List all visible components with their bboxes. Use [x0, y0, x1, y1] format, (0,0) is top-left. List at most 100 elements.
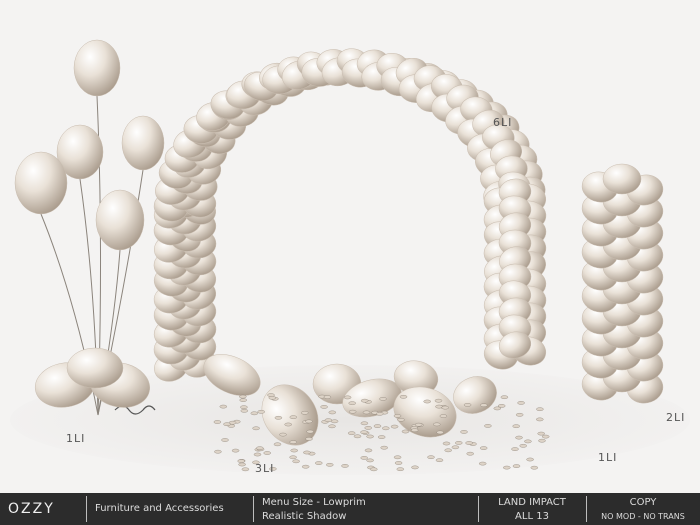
- confetti-land-impact-label: 1LI: [598, 451, 618, 464]
- confetti-piece: [500, 395, 509, 400]
- confetti-piece: [435, 458, 444, 463]
- confetti-piece: [538, 438, 546, 443]
- confetti-piece: [238, 462, 246, 467]
- confetti-piece: [320, 405, 328, 409]
- confetti-piece: [360, 456, 368, 460]
- balloon: [95, 189, 145, 251]
- confetti-piece: [213, 420, 222, 424]
- confetti-piece: [480, 403, 488, 408]
- confetti-piece: [364, 448, 373, 453]
- confetti-piece: [427, 455, 435, 460]
- balloon: [121, 115, 165, 171]
- confetti-piece: [379, 397, 387, 401]
- confetti-piece: [537, 431, 545, 436]
- confetti-piece: [441, 405, 449, 410]
- confetti-piece: [289, 455, 297, 460]
- confetti-piece: [397, 417, 405, 422]
- confetti-piece: [301, 410, 309, 415]
- confetti-piece: [348, 401, 356, 406]
- confetti-piece: [219, 404, 228, 409]
- confetti-piece: [341, 464, 349, 468]
- confetti-piece: [305, 419, 313, 424]
- balloon: [14, 151, 68, 215]
- footer-divider: [586, 496, 587, 522]
- bouquet-land-impact-label: 1LI: [66, 432, 86, 445]
- confetti-piece: [361, 398, 369, 403]
- confetti-piece: [303, 450, 311, 455]
- confetti-piece: [411, 465, 419, 470]
- confetti-piece: [360, 421, 369, 426]
- confetti-piece: [274, 415, 283, 420]
- confetti-piece: [390, 424, 399, 429]
- confetti-piece: [239, 394, 247, 399]
- confetti-piece: [370, 467, 378, 472]
- confetti-piece: [214, 449, 222, 454]
- confetti-piece: [466, 451, 474, 456]
- footer-divider: [478, 496, 479, 522]
- confetti-piece: [349, 409, 357, 414]
- footer-divider: [253, 496, 254, 522]
- balloon-scene: [0, 0, 700, 493]
- permissions-title: COPY: [629, 497, 657, 508]
- confetti-piece: [480, 446, 488, 450]
- confetti-piece: [250, 411, 259, 416]
- confetti-piece: [256, 446, 264, 451]
- confetti-piece: [360, 430, 368, 435]
- confetti-piece: [451, 445, 460, 450]
- confetti-piece: [434, 398, 443, 403]
- confetti-piece: [253, 452, 262, 457]
- confetti-piece: [292, 459, 300, 464]
- confetti-piece: [364, 426, 372, 430]
- confetti-piece: [411, 428, 419, 433]
- confetti-piece: [493, 406, 501, 411]
- confetti-piece: [231, 448, 240, 453]
- confetti-piece: [394, 461, 403, 465]
- confetti-piece: [240, 408, 249, 413]
- scattered-land-impact-label: 3LI: [255, 462, 275, 475]
- confetti-piece: [330, 419, 339, 424]
- confetti-piece: [328, 410, 336, 415]
- confetti-piece: [442, 441, 451, 446]
- confetti-piece: [393, 455, 402, 460]
- confetti-piece: [305, 437, 313, 441]
- confetti-piece: [289, 415, 297, 420]
- confetti-piece: [436, 430, 444, 435]
- confetti-piece: [415, 422, 423, 427]
- confetti-piece: [221, 438, 229, 442]
- confetti-piece: [382, 426, 390, 431]
- confetti-piece: [444, 448, 452, 453]
- footer-divider: [86, 496, 87, 522]
- product-image: 6LI 2LI 1LI 3LI 1LI: [0, 0, 700, 493]
- confetti-piece: [302, 464, 310, 469]
- confetti-piece: [465, 441, 473, 445]
- balloon: [602, 163, 642, 195]
- confetti-piece: [526, 457, 534, 462]
- confetti-piece: [455, 441, 463, 445]
- confetti-piece: [284, 422, 292, 427]
- confetti-piece: [326, 462, 334, 467]
- confetti-piece: [439, 414, 448, 418]
- confetti-piece: [542, 434, 550, 439]
- confetti-piece: [328, 424, 336, 429]
- confetti-piece: [484, 424, 492, 428]
- confetti-piece: [223, 422, 231, 427]
- confetti-piece: [362, 410, 371, 415]
- confetti-piece: [267, 393, 275, 397]
- category-label: Furniture and Accessories: [95, 503, 224, 514]
- confetti-piece: [519, 443, 527, 448]
- balloon: [66, 347, 124, 389]
- confetti-piece: [289, 440, 297, 444]
- confetti-piece: [512, 464, 521, 468]
- shadow-label: Realistic Shadow: [262, 511, 347, 522]
- confetti-piece: [376, 411, 384, 416]
- confetti-piece: [380, 445, 388, 450]
- confetti-piece: [315, 461, 323, 465]
- confetti-piece: [241, 467, 250, 472]
- confetti-piece: [393, 414, 402, 418]
- confetti-piece: [263, 451, 271, 455]
- confetti-piece: [423, 399, 431, 404]
- confetti-piece: [536, 417, 544, 422]
- confetti-piece: [290, 448, 298, 453]
- confetti-piece: [324, 418, 333, 423]
- confetti-piece: [517, 401, 525, 405]
